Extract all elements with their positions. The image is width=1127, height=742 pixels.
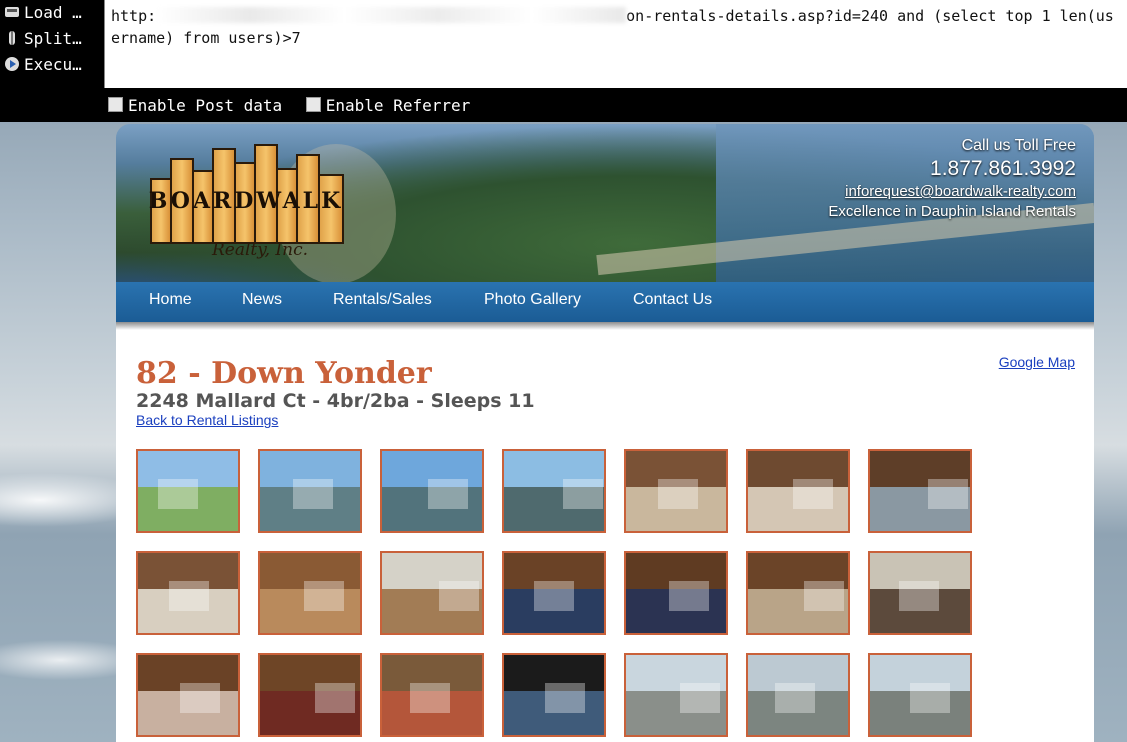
load-url-icon [4,3,20,19]
hackbar-actions: Load … Split… Execu… [0,0,104,90]
thumbnail-subject [169,581,209,611]
photo-thumbnail-deck-view[interactable] [502,449,606,533]
enable-referrer-checkbox[interactable]: Enable Referrer [305,94,471,118]
enable-post-data-label: Enable Post data [128,96,283,115]
thumbnail-subject [158,479,198,509]
enable-referrer-label: Enable Referrer [325,96,471,115]
photo-thumbnail-bedroom-4[interactable] [868,551,972,635]
site-container: BOARDWALK Realty, Inc. Call us Toll Free… [116,122,1094,742]
main-nav: Home News Rentals/Sales Photo Gallery Co… [116,282,1094,322]
load-url-button[interactable]: Load … [2,1,102,25]
thumbnail-subject [180,683,220,713]
thumbnail-subject [315,683,355,713]
url-redacted [156,7,627,23]
hackbar-toolbar: Load … Split… Execu… http: on-rentals-det… [0,0,1127,122]
phone-number: 1.877.861.3992 [930,157,1076,180]
thumbnail-subject [775,683,815,713]
photo-thumbnail-living-room[interactable] [624,449,728,533]
hackbar-options: Enable Post data Enable Referrer [108,94,484,118]
thumbnail-subject [563,479,603,509]
photo-thumbnail-porch-table[interactable] [868,653,972,737]
checkbox-box[interactable] [108,97,123,112]
thumbnail-subject [428,479,468,509]
photo-thumbnail-living-room-2[interactable] [746,449,850,533]
enable-post-data-checkbox[interactable]: Enable Post data [108,94,282,118]
photo-thumbnail-bunk-room[interactable] [258,653,362,737]
photo-thumbnail-living-dining[interactable] [868,449,972,533]
url-textarea[interactable]: http: on-rentals-details.asp?id=240 and (… [104,0,1127,88]
thumbnail-subject [410,683,450,713]
photo-thumbnail-den[interactable] [136,551,240,635]
nav-rentals-sales[interactable]: Rentals/Sales [333,282,432,322]
google-map-link[interactable]: Google Map [999,354,1075,370]
execute-label: Execu… [24,55,82,74]
call-label: Call us Toll Free [961,137,1076,154]
logo-subtitle: Realty, Inc. [212,240,309,260]
split-url-button[interactable]: Split… [2,27,102,51]
split-url-icon [4,29,20,45]
nav-contact-us[interactable]: Contact Us [633,282,712,322]
property-title: 82 - Down Yonder [136,356,432,391]
thumbnail-subject [899,581,939,611]
photo-thumbnail-bedroom-1[interactable] [502,551,606,635]
photo-thumbnail-screened-porch[interactable] [624,653,728,737]
photo-thumbnail-exterior-house[interactable] [136,449,240,533]
photo-thumbnail-screened-porch-2[interactable] [746,653,850,737]
main-content: 82 - Down Yonder 2248 Mallard Ct - 4br/2… [116,322,1094,742]
checkbox-box[interactable] [305,97,321,112]
thumbnail-subject [928,479,968,509]
photo-thumbnail-bedroom-3[interactable] [746,551,850,635]
photo-thumbnail-canal-houses[interactable] [258,449,362,533]
photo-thumbnail-canal-view[interactable] [380,449,484,533]
load-url-label: Load … [24,3,82,22]
photo-thumbnail-kitchen-bar[interactable] [258,551,362,635]
photo-thumbnail-bedroom-5[interactable] [136,653,240,737]
photo-thumbnail-kitchen[interactable] [380,551,484,635]
photo-thumbnail-hallway[interactable] [380,653,484,737]
thumbnail-subject [658,479,698,509]
url-prefix: http: [111,7,157,25]
thumbnail-subject [910,683,950,713]
execute-button[interactable]: Execu… [2,53,102,77]
boardwalk-logo[interactable]: BOARDWALK Realty, Inc. [142,144,352,274]
tagline: Excellence in Dauphin Island Rentals [828,203,1076,220]
email-link[interactable]: inforequest@boardwalk-realty.com [828,182,1076,202]
nav-photo-gallery[interactable]: Photo Gallery [484,282,581,322]
nav-shadow [116,322,1094,330]
thumbnail-subject [680,683,720,713]
nav-news[interactable]: News [242,282,282,322]
logo-wordmark: BOARDWALK [148,188,344,214]
thumbnail-subject [293,479,333,509]
thumbnail-subject [669,581,709,611]
split-url-label: Split… [24,29,82,48]
site-header: BOARDWALK Realty, Inc. Call us Toll Free… [116,124,1094,322]
nav-home[interactable]: Home [149,282,192,322]
thumbnail-subject [804,581,844,611]
execute-icon [4,55,20,71]
back-to-listings-link[interactable]: Back to Rental Listings [136,412,278,428]
photo-thumbnail-bedroom-2[interactable] [624,551,728,635]
thumbnail-subject [534,581,574,611]
property-subtitle: 2248 Mallard Ct - 4br/2ba - Sleeps 11 [136,390,535,412]
thumbnail-subject [545,683,585,713]
photo-thumbnail-balcony-door[interactable] [502,653,606,737]
thumbnail-subject [793,479,833,509]
header-contact: Call us Toll Free 1.877.861.3992 inforeq… [828,136,1076,222]
thumbnail-subject [439,581,479,611]
thumbnail-subject [304,581,344,611]
